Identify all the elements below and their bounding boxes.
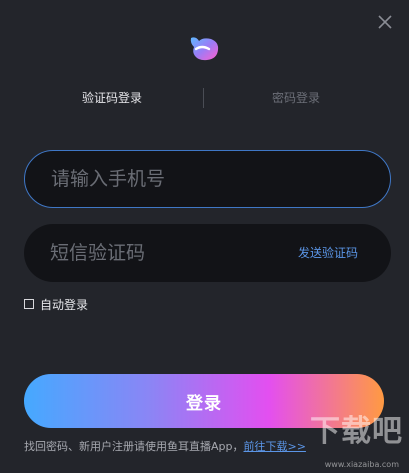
tab-divider	[203, 88, 204, 108]
auto-login-label: 自动登录	[40, 297, 89, 312]
phone-field-container	[24, 150, 391, 208]
footer-hint: 找回密码、新用户注册请使用鱼耳直播App，前往下载>>	[24, 438, 306, 456]
app-logo	[187, 32, 223, 64]
auto-login-option[interactable]: 自动登录	[24, 296, 88, 312]
phone-input[interactable]	[51, 151, 371, 207]
download-link[interactable]: 前往下载>>	[244, 440, 306, 453]
auto-login-checkbox[interactable]	[24, 299, 34, 309]
login-dialog: 验证码登录 密码登录 发送验证码 自动登录 登录 找回密码、新用户注册请使用鱼耳…	[0, 0, 409, 473]
footer-text: 找回密码、新用户注册请使用鱼耳直播App，	[24, 440, 244, 453]
close-button[interactable]	[375, 12, 395, 32]
login-tabs: 验证码登录 密码登录	[0, 86, 409, 110]
sms-code-input[interactable]	[50, 224, 280, 282]
send-code-button[interactable]: 发送验证码	[298, 224, 358, 282]
close-icon	[378, 15, 392, 29]
login-button-label: 登录	[186, 393, 222, 414]
code-field-container: 发送验证码	[24, 224, 391, 282]
tab-password-login[interactable]: 密码登录	[272, 86, 320, 110]
fish-ear-logo-icon	[190, 37, 219, 61]
tab-sms-login[interactable]: 验证码登录	[82, 86, 142, 110]
watermark-sub-text: www.xiazaiba.com	[324, 460, 399, 469]
login-button[interactable]: 登录	[24, 374, 384, 428]
